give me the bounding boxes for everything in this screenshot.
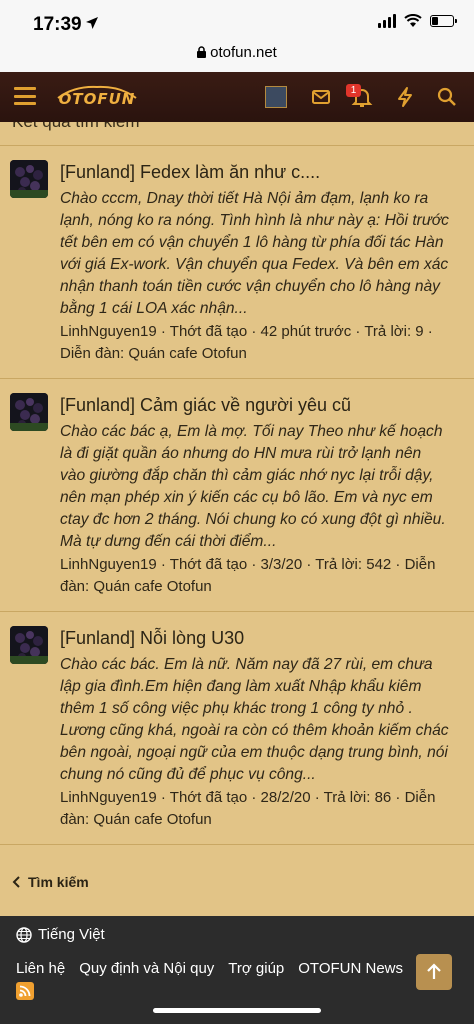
result-title[interactable]: [Funland] Cảm giác về người yêu cũ [60,395,464,416]
meta-line: đàn: Quán cafe Otofun [60,811,212,828]
snippet-line: ctay đc hơn 2 tháng. Nói chung ko có xun… [60,511,446,528]
snippet-line: tết bên em có vận chuyển 1 lô hàng từ ph… [60,234,444,251]
back-to-search-link[interactable]: Tìm kiếm [12,874,89,890]
site-header: OTOFUN 1 [0,72,474,122]
user-avatar[interactable] [265,86,287,108]
location-arrow-icon [86,17,98,29]
language-selector[interactable]: Tiếng Việt [16,926,105,943]
footer-link-help[interactable]: Trợ giúp [228,960,284,977]
snippet-line: Chào các bác ạ, Em là mợ. Tối nay Theo n… [60,423,443,440]
logo-text: OTOFUN [58,90,136,108]
meta-line: Diễn đàn: Quán cafe Otofun [60,345,247,362]
footer-links: Liên hệ Quy định và Nội quy Trợ giúp OTOFUN… [16,960,436,977]
snippet-line: Chào các bác. Em là nữ. Năm nay đã 27 rù… [60,656,433,673]
snippet-line: nên mạn phép xin ý kiến các cụ bô lão. E… [60,489,433,506]
language-label: Tiếng Việt [38,926,105,943]
arrow-up-icon [427,963,441,979]
search-result[interactable]: [Funland] Fedex làm ăn như c.... Chào cc… [0,145,474,378]
page-title: Kết quả tìm kiếm [12,122,140,132]
result-thumbnail[interactable] [10,626,48,664]
battery-icon [430,15,457,27]
status-time: 17:39 [33,14,82,35]
home-indicator [153,1008,321,1013]
footer-link-news[interactable]: OTOFUN News [298,960,403,977]
result-snippet: Chào các bác ạ, Em là mợ. Tối nay Theo n… [60,421,460,553]
lock-icon [197,46,207,58]
rss-icon[interactable] [16,982,34,1000]
menu-icon[interactable] [14,87,36,105]
result-snippet: Chào cccm, Dnay thời tiết Hà Nội ảm đạm,… [60,188,460,320]
site-logo[interactable]: OTOFUN [54,84,140,110]
alert-count-badge: 1 [346,84,361,97]
snippet-line: Mà tự dưng đến cái thời điểm... [60,533,277,550]
snippet-line: bằng 1 cái LOA xác nhận... [60,300,248,317]
snippet-line: là đi giặt quần áo nhưng do HN mưa rùi t… [60,445,422,462]
snippet-line: lập gia đình.Em hiện đang làm xuất Nhập … [60,678,422,695]
footer-link-contact[interactable]: Liên hệ [16,960,65,977]
search-result[interactable]: [Funland] Nỗi lòng U30 Chào các bác. Em … [0,611,474,845]
chevron-left-icon [12,876,20,888]
result-snippet: Chào các bác. Em là nữ. Năm nay đã 27 rù… [60,654,460,786]
cell-signal-icon [378,14,396,28]
meta-line: LinhNguyen19 · Thớt đã tạo · 3/3/20 · Tr… [60,556,436,573]
snippet-line: lạnh, nóng ko ra nóng. Tình hình là như … [60,212,449,229]
wifi-icon [404,14,422,27]
back-link-label: Tìm kiếm [28,874,89,890]
snippet-line: thêm 1 số công việc phụ khác trong 1 côn… [60,700,413,717]
snippet-line: chung nó cũng đủ để phục vụ công... [60,766,316,783]
scroll-to-top-button[interactable] [416,954,452,990]
browser-status-bar: 17:39 otofun.net [0,0,474,72]
meta-line: LinhNguyen19 · Thớt đã tạo · 42 phút trư… [60,323,433,340]
url-text: otofun.net [210,44,277,61]
snippet-line: với giá Ex-work. Vận chuyển qua Fedex. V… [60,256,449,273]
result-title[interactable]: [Funland] Nỗi lòng U30 [60,628,464,649]
lightning-icon[interactable] [394,86,416,108]
snippet-line: Chào cccm, Dnay thời tiết Hà Nội ảm đạm,… [60,190,429,207]
result-meta: LinhNguyen19 · Thớt đã tạo · 42 phút trư… [60,321,460,365]
result-meta: LinhNguyen19 · Thớt đã tạo · 28/2/20 · T… [60,787,460,831]
result-title[interactable]: [Funland] Fedex làm ăn như c.... [60,162,464,183]
snippet-line: Lương cũng khá, ngoài ra còn có thêm kho… [60,722,449,739]
url-bar[interactable]: otofun.net [0,44,474,61]
footer-link-rules[interactable]: Quy định và Nội quy [79,960,214,977]
meta-line: LinhNguyen19 · Thớt đã tạo · 28/2/20 · T… [60,789,436,806]
snippet-line: nhận thanh toán tiền cước vận chuyển cho… [60,278,440,295]
page-title-clip: Kết quả tìm kiếm [0,122,474,132]
snippet-line: vào giường đắp chăn thì cảm giác nhớ nyc… [60,467,434,484]
snippet-line: bên ngoài, ngoại ngữ của em thuộc dạng t… [60,744,448,761]
meta-line: đàn: Quán cafe Otofun [60,578,212,595]
result-thumbnail[interactable] [10,160,48,198]
search-icon[interactable] [436,86,458,108]
result-thumbnail[interactable] [10,393,48,431]
globe-icon [16,926,32,943]
search-result[interactable]: [Funland] Cảm giác về người yêu cũ Chào … [0,378,474,611]
result-meta: LinhNguyen19 · Thớt đã tạo · 3/3/20 · Tr… [60,554,460,598]
envelope-icon[interactable] [310,86,332,108]
